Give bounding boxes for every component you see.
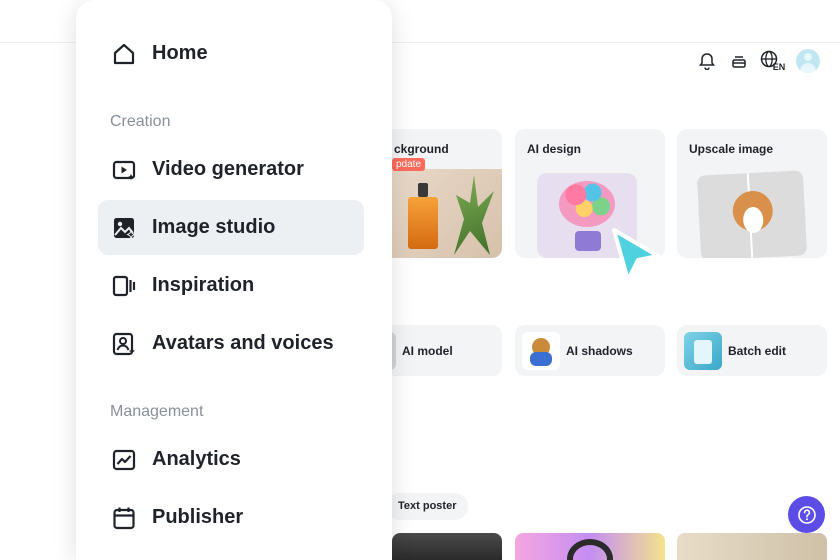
video-generator-icon <box>110 156 138 184</box>
tool-batch-edit[interactable]: Batch edit <box>677 325 827 376</box>
batch-edit-thumbnail <box>684 331 722 370</box>
sidebar-item-home[interactable]: Home <box>98 26 364 81</box>
dog-image <box>696 170 808 258</box>
sidebar-item-label: Publisher <box>152 506 244 528</box>
sidebar-item-video-generator[interactable]: Video generator <box>98 142 364 197</box>
tool-ai-shadows[interactable]: AI shadows <box>515 325 665 376</box>
question-icon <box>797 505 816 524</box>
pointer-cursor-icon <box>612 228 660 282</box>
section-label-management: Management <box>110 403 204 420</box>
bottom-thumbnail[interactable] <box>677 533 827 560</box>
feature-card-title: ckground <box>394 142 449 156</box>
avatar-voice-icon <box>110 330 138 358</box>
stack-icon[interactable] <box>728 50 750 72</box>
topbar-actions: EN <box>696 49 820 73</box>
image-studio-icon <box>110 214 138 242</box>
avatar[interactable] <box>796 49 820 73</box>
perfume-image <box>390 169 502 258</box>
sidebar-item-label: Video generator <box>152 158 304 180</box>
tool-label: Batch edit <box>728 343 787 358</box>
sidebar-item-analytics[interactable]: Analytics <box>98 432 364 487</box>
update-badge: pdate <box>392 158 426 171</box>
sidebar-item-label: Home <box>152 42 208 64</box>
language-label: EN <box>772 62 786 72</box>
tool-label: AI shadows <box>566 343 633 358</box>
analytics-icon <box>110 446 138 474</box>
feature-card-title: AI design <box>527 142 582 156</box>
inspiration-icon <box>110 272 138 300</box>
ai-shadows-thumbnail <box>522 331 560 370</box>
bottom-thumbnail[interactable] <box>392 533 502 560</box>
calendar-icon <box>110 504 138 532</box>
globe-icon[interactable]: EN <box>760 50 786 72</box>
sidebar-item-label: Analytics <box>152 448 241 470</box>
bell-icon[interactable] <box>696 50 718 72</box>
help-button[interactable] <box>788 496 825 533</box>
home-icon <box>110 40 138 68</box>
chip-text-poster[interactable]: Text poster <box>386 493 469 520</box>
sidebar-item-label: Image studio <box>152 216 276 238</box>
sidebar-item-publisher[interactable]: Publisher <box>98 490 364 545</box>
sidebar-item-avatars-voices[interactable]: Avatars and voices <box>98 316 364 371</box>
sidebar-item-label: Avatars and voices <box>152 332 334 354</box>
sidebar-item-image-studio[interactable]: Image studio <box>98 200 364 255</box>
sidebar-menu: Home Creation Video generator Image stud… <box>76 0 392 560</box>
sidebar-item-inspiration[interactable]: Inspiration <box>98 258 364 313</box>
section-label-creation: Creation <box>110 113 171 130</box>
feature-card-upscale[interactable]: Upscale image <box>677 129 827 258</box>
sidebar-item-label: Inspiration <box>152 274 255 296</box>
tool-label: AI model <box>402 343 453 358</box>
bottom-thumbnail[interactable] <box>515 533 665 560</box>
feature-card-title: Upscale image <box>689 142 774 156</box>
